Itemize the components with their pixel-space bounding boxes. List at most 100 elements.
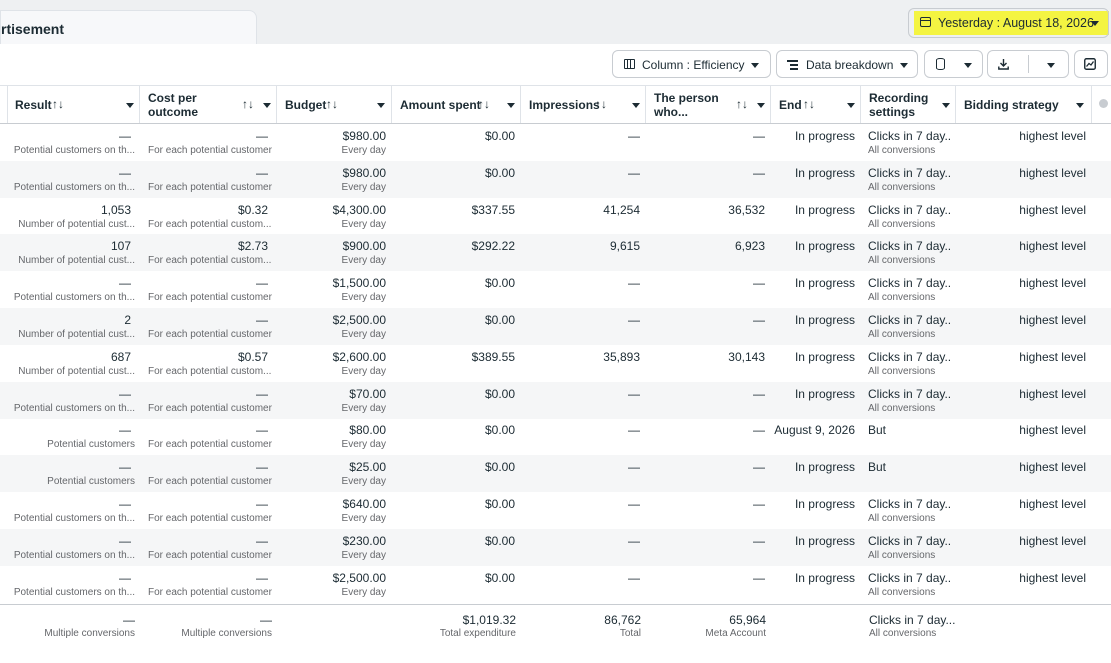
- cell-value[interactable]: —: [256, 460, 268, 474]
- cell-result: —: [0, 129, 131, 143]
- column-header-reach[interactable]: The person who... ↑↓: [646, 86, 770, 123]
- chevron-down-icon[interactable]: [377, 103, 385, 108]
- cell-value[interactable]: —: [119, 166, 131, 180]
- cell-value[interactable]: —: [256, 571, 268, 585]
- chevron-down-icon[interactable]: [1076, 103, 1084, 108]
- cell-value[interactable]: $0.57: [237, 349, 268, 364]
- cell-value[interactable]: —: [119, 387, 131, 401]
- cell-result-sub: Potential customers on th...: [13, 145, 135, 156]
- table-row[interactable]: — Potential customers — For each potential …: [0, 418, 1111, 455]
- cell-value[interactable]: —: [119, 423, 131, 437]
- cell-value[interactable]: 1,053: [100, 202, 131, 217]
- sort-icon[interactable]: ↑↓: [736, 97, 748, 111]
- cell-value[interactable]: —: [119, 571, 131, 585]
- sort-icon[interactable]: ↑↓: [478, 97, 490, 111]
- reports-button[interactable]: [924, 50, 983, 78]
- chevron-down-icon[interactable]: [507, 103, 515, 108]
- cell-value: —: [628, 533, 640, 548]
- sort-icon[interactable]: ↑↓: [326, 97, 338, 111]
- cell-value[interactable]: 107: [110, 239, 131, 254]
- column-header-impressions[interactable]: Impressions ↑↓: [521, 86, 645, 123]
- cell-spent: $337.55: [392, 203, 515, 217]
- export-button[interactable]: [987, 50, 1069, 78]
- column-header-result[interactable]: Result ↑↓: [0, 86, 139, 123]
- cell-cost-sub: For each potential customer: [148, 402, 272, 414]
- table-row[interactable]: 1,053 Number of potential cust... $0.32 For…: [0, 198, 1111, 235]
- cell-value[interactable]: 2: [124, 313, 131, 327]
- column-header-budget[interactable]: Budget ↑↓: [277, 86, 391, 123]
- cell-value: $70.00: [349, 386, 386, 401]
- columns-button[interactable]: Column : Efficiency: [612, 50, 771, 78]
- cell-cost: $0.32: [140, 202, 268, 217]
- table-row[interactable]: — Potential customers — For each potential …: [0, 455, 1111, 493]
- cell-value: But: [868, 423, 887, 438]
- column-header-cost-per-outcome[interactable]: Cost per outcome ↑↓: [140, 86, 276, 123]
- cell-value[interactable]: —: [119, 460, 131, 474]
- cell-reach: —: [646, 460, 765, 474]
- cell-value[interactable]: $2.73: [237, 239, 268, 254]
- cell-value: —: [753, 313, 765, 327]
- cell-cost: $0.57: [140, 349, 268, 364]
- cell-value[interactable]: —: [256, 313, 268, 327]
- chart-button[interactable]: [1074, 50, 1108, 78]
- cell-budget: $230.00: [277, 534, 386, 548]
- cell-value[interactable]: —: [256, 276, 268, 290]
- column-header-bidding-strategy[interactable]: Bidding strategy: [956, 86, 1091, 123]
- chevron-down-icon[interactable]: [263, 103, 271, 108]
- footer-recording: Clicks in 7 day...: [869, 613, 955, 627]
- cell-value[interactable]: —: [256, 129, 268, 143]
- cell-value: $25.00: [349, 460, 386, 475]
- cell-recording-sub: All conversions: [868, 549, 936, 561]
- sort-icon[interactable]: ↑↓: [242, 97, 254, 111]
- chevron-down-icon[interactable]: [847, 103, 855, 108]
- sort-icon[interactable]: ↑↓: [52, 97, 64, 111]
- cell-budget-sub: Every day: [341, 292, 386, 304]
- data-breakdown-button[interactable]: Data breakdown: [776, 50, 918, 78]
- column-header-end[interactable]: End ↑↓: [771, 86, 860, 123]
- cell-value[interactable]: —: [119, 534, 131, 548]
- cell-value[interactable]: —: [119, 276, 131, 290]
- cell-cost-sub: For each potential custom...: [148, 365, 272, 377]
- chevron-down-icon[interactable]: [757, 103, 765, 108]
- add-column-icon[interactable]: [1099, 99, 1108, 108]
- sort-icon[interactable]: ↑↓: [803, 97, 815, 111]
- column-header-recording-settings[interactable]: Recording settings: [861, 86, 955, 123]
- cell-spent: $0.00: [392, 534, 515, 548]
- cell-cost-sub: For each potential customer: [148, 513, 272, 524]
- table-row[interactable]: 2 Number of potential cust... — For each po…: [0, 308, 1111, 345]
- cell-end: August 9, 2026: [771, 423, 855, 437]
- table-row[interactable]: — Potential customers on th... — For each p…: [0, 528, 1111, 566]
- cell-value[interactable]: —: [256, 497, 268, 511]
- table-row[interactable]: — Potential customers on th... — For each p…: [0, 160, 1111, 198]
- cell-value[interactable]: —: [119, 129, 131, 143]
- table-row[interactable]: — Potential customers on th... — For each p…: [0, 381, 1111, 419]
- column-header-amount-spent[interactable]: Amount spent ↑↓: [392, 86, 520, 123]
- cell-spent: $0.00: [392, 313, 515, 327]
- chevron-down-icon[interactable]: [942, 103, 950, 108]
- sort-icon[interactable]: ↑↓: [595, 97, 607, 111]
- table-row[interactable]: — Potential customers on th... — For each p…: [0, 271, 1111, 308]
- cell-value[interactable]: 687: [110, 349, 131, 364]
- cell-recording-sub: All conversions: [868, 181, 936, 193]
- table-row[interactable]: — Potential customers on th... — For each p…: [0, 492, 1111, 529]
- cell-end: In progress: [771, 203, 855, 217]
- advertisement-tab[interactable]: rtisement: [0, 10, 257, 44]
- cell-budget-sub: Every day: [341, 402, 386, 414]
- table-row[interactable]: — Potential customers on th... — For each p…: [0, 124, 1111, 161]
- cell-value[interactable]: —: [256, 387, 268, 401]
- cell-cost-sub: For each potential customer: [148, 145, 272, 156]
- cell-reach: —: [646, 166, 765, 180]
- chevron-down-icon[interactable]: [126, 103, 134, 108]
- date-range-picker[interactable]: Yesterday : August 18, 2026: [908, 8, 1109, 38]
- cell-value[interactable]: —: [256, 534, 268, 548]
- cell-value[interactable]: —: [256, 166, 268, 180]
- cell-value: $980.00: [342, 129, 386, 143]
- cell-value: Clicks in 7 day...: [868, 349, 952, 364]
- table-row[interactable]: — Potential customers on th... — For each p…: [0, 566, 1111, 603]
- table-row[interactable]: 107 Number of potential cust... $2.73 For e…: [0, 234, 1111, 272]
- table-row[interactable]: 687 Number of potential cust... $0.57 For e…: [0, 345, 1111, 382]
- cell-value[interactable]: $0.32: [237, 202, 268, 217]
- chevron-down-icon[interactable]: [632, 103, 640, 108]
- cell-value[interactable]: —: [119, 497, 131, 511]
- cell-value[interactable]: —: [256, 423, 268, 437]
